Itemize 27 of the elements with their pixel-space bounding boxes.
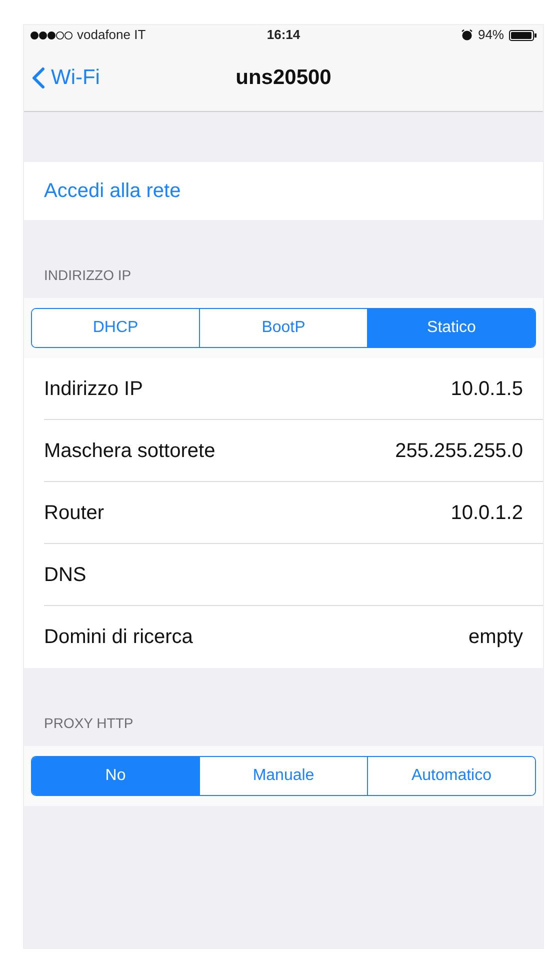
row-value[interactable]: 10.0.1.5 [450,374,523,404]
segment-tab[interactable]: Automatico [367,757,535,795]
back-chevron-icon [32,67,45,89]
row-label: Router [44,500,104,526]
section-header: INDIRIZZO IP [44,266,132,285]
join-network-link[interactable]: Accedi alla rete [44,176,181,206]
row-value[interactable]: 255.255.255.0 [395,436,523,466]
signal-strength-icon [30,30,74,40]
row-label: Maschera sottorete [44,438,216,464]
segment-tab[interactable]: BootP [199,309,367,347]
segment-tab[interactable]: No [32,757,199,795]
nav-title: uns20500 [236,65,332,92]
row-label: DNS [44,562,86,588]
battery-icon [509,30,537,40]
carrier-name: vodafone IT [77,26,146,44]
row-value[interactable]: 10.0.1.2 [450,498,523,528]
alarm-clock-icon [460,29,473,41]
battery-percent: 94% [478,26,504,44]
row-label: Indirizzo IP [44,376,143,402]
back-button[interactable]: Wi-Fi [32,62,100,94]
row-value[interactable]: empty [468,622,523,652]
section-header: PROXY HTTP [44,714,134,733]
row-label: Domini di ricerca [44,625,193,650]
clock-time: 16:14 [266,26,300,44]
segment-tab[interactable]: Statico [367,309,535,347]
segment-tab[interactable]: DHCP [32,309,199,347]
segment-tab[interactable]: Manuale [199,757,367,795]
